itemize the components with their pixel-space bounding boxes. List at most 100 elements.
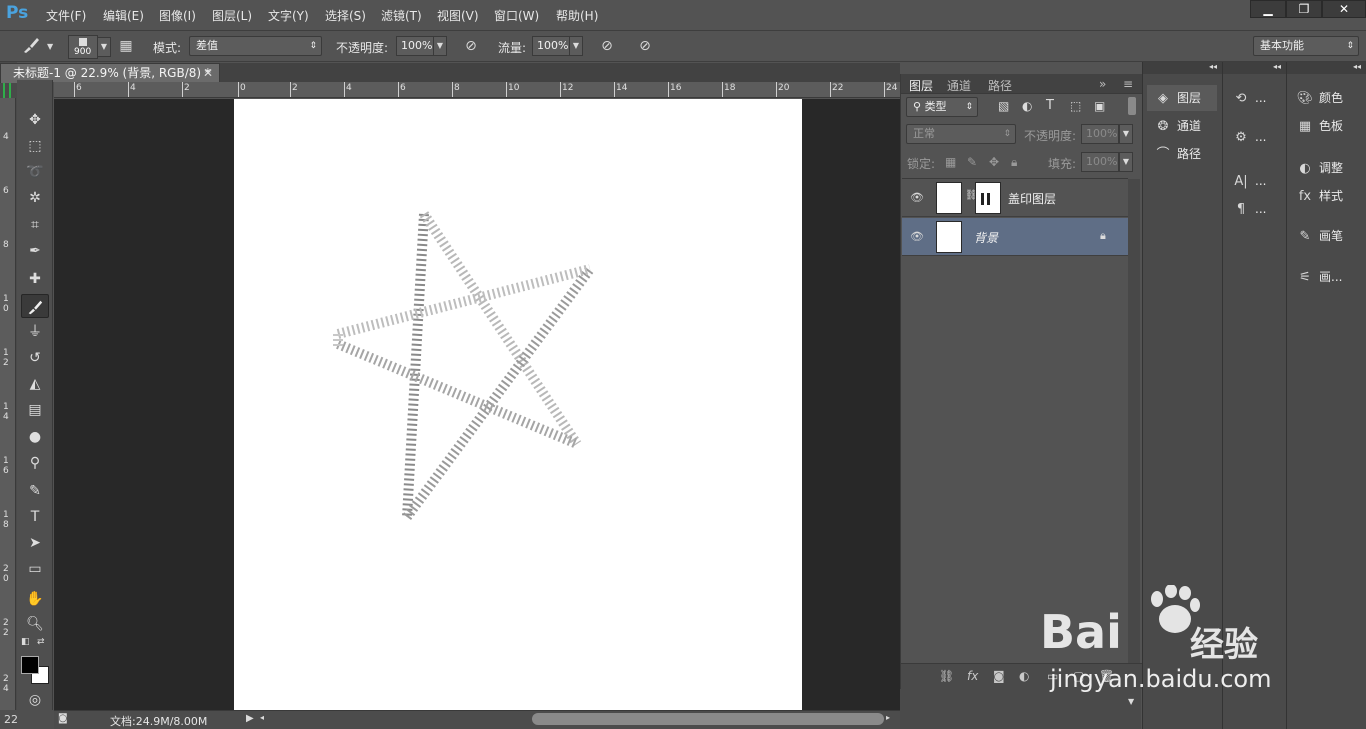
link-layers-icon[interactable]: ⛓ — [939, 669, 954, 683]
dock-paths-button[interactable]: ⌒ 路径 — [1147, 141, 1201, 167]
eyedropper-tool-icon[interactable]: ✒ — [21, 239, 49, 263]
blend-mode-select[interactable]: 正常 ⇕ — [906, 124, 1016, 144]
filter-kind-select[interactable]: ⚲ 类型 ⇕ — [906, 97, 978, 117]
menu-edit[interactable]: 编辑(E) — [103, 7, 144, 24]
filter-toggle[interactable] — [1128, 97, 1136, 115]
shape-filter-icon[interactable]: ⬚ — [1070, 99, 1081, 113]
lasso-tool-icon[interactable]: ➰ — [21, 160, 49, 184]
layer-opacity-dropdown[interactable]: ▼ — [1119, 124, 1133, 144]
menu-type[interactable]: 文字(Y) — [268, 7, 309, 24]
zoom-tool-icon[interactable]: 🔍︎ — [21, 612, 49, 636]
crop-tool-icon[interactable]: ⌗ — [21, 213, 49, 237]
visibility-eye-icon[interactable]: 👁︎ — [910, 230, 924, 243]
type-filter-icon[interactable]: T — [1046, 98, 1054, 113]
tool-preset-arrow-icon[interactable]: ▼ — [47, 42, 53, 51]
scroll-left-arrow-icon[interactable]: ◂ — [260, 713, 264, 722]
tab-paths[interactable]: 路径 — [988, 77, 1012, 94]
layer-style-fx-icon[interactable]: fx — [967, 669, 978, 683]
airbrush-icon[interactable]: ⊘ — [596, 35, 618, 57]
menu-view[interactable]: 视图(V) — [437, 7, 479, 24]
mode-select[interactable]: 差值 ⇕ — [189, 36, 322, 56]
menu-help[interactable]: 帮助(H) — [556, 7, 598, 24]
eraser-tool-icon[interactable]: ◭ — [21, 372, 49, 396]
history-brush-tool-icon[interactable]: ↺ — [21, 346, 49, 370]
dock-color-button[interactable]: 🎨︎ 颜色 — [1295, 85, 1343, 111]
horizontal-scrollbar-thumb[interactable] — [532, 713, 884, 725]
panel-collapse-icon[interactable]: » — [1099, 77, 1106, 91]
adjustment-layer-icon[interactable]: ◐ — [1019, 669, 1029, 683]
opacity-dropdown[interactable]: ▼ — [433, 36, 447, 56]
clone-stamp-tool-icon[interactable]: ⏚ — [21, 320, 49, 344]
scroll-down-arrow-icon[interactable]: ▼ — [1128, 697, 1134, 706]
minimize-button[interactable]: ▁ — [1250, 0, 1286, 18]
brush-size-picker[interactable]: 900 — [68, 35, 98, 59]
hand-tool-icon[interactable]: ✋ — [21, 587, 49, 611]
magic-wand-tool-icon[interactable]: ✲ — [21, 186, 49, 210]
menu-filter[interactable]: 滤镜(T) — [381, 7, 422, 24]
dock-channels-button[interactable]: ❂ 通道 — [1147, 113, 1201, 139]
panel-menu-icon[interactable]: ≡ — [1123, 77, 1133, 91]
adjustment-filter-icon[interactable]: ◐ — [1022, 99, 1032, 113]
lock-position-icon[interactable]: ✥ — [989, 155, 999, 169]
flow-dropdown[interactable]: ▼ — [569, 36, 583, 56]
brush-size-dropdown[interactable]: ▼ — [97, 37, 111, 57]
restore-button[interactable]: ❐ — [1286, 0, 1322, 18]
foreground-color-swatch[interactable] — [21, 656, 39, 674]
document-canvas[interactable] — [234, 99, 802, 710]
fill-dropdown[interactable]: ▼ — [1119, 152, 1133, 172]
status-menu-arrow-icon[interactable]: ▶ — [246, 713, 254, 724]
layer-opacity-input[interactable]: 100% — [1081, 124, 1119, 144]
dock-brush-presets-button[interactable]: ⚟ 画... — [1295, 264, 1342, 290]
opacity-input[interactable]: 100% — [396, 36, 434, 56]
quick-mask-icon[interactable]: ◎ — [21, 688, 49, 712]
dodge-tool-icon[interactable]: ⚲ — [21, 451, 49, 475]
lock-all-icon[interactable]: 🔒︎ — [1011, 155, 1017, 170]
smart-object-filter-icon[interactable]: ▣ — [1094, 99, 1105, 113]
dock-brush-button[interactable]: ✎ 画笔 — [1295, 223, 1343, 249]
swap-colors-icon[interactable]: ⇄ — [37, 637, 45, 647]
menu-window[interactable]: 窗口(W) — [494, 7, 539, 24]
dock-collapse-icon[interactable]: ◂◂ — [1287, 62, 1366, 74]
tab-channels[interactable]: 通道 — [947, 77, 971, 94]
blur-tool-icon[interactable]: ● — [21, 425, 49, 449]
workspace-select[interactable]: 基本功能 ⇕ — [1253, 36, 1359, 56]
healing-brush-tool-icon[interactable]: ✚ — [21, 267, 49, 291]
path-selection-tool-icon[interactable]: ➤ — [21, 531, 49, 555]
flow-input[interactable]: 100% — [532, 36, 570, 56]
dock-character-button[interactable]: A|... — [1231, 168, 1266, 194]
tab-layers[interactable]: 图层 — [909, 77, 933, 94]
dock-collapse-icon[interactable]: ◂◂ — [1143, 62, 1223, 74]
type-tool-icon[interactable]: T — [21, 505, 49, 529]
menu-layer[interactable]: 图层(L) — [212, 7, 252, 24]
dock-properties-button[interactable]: ⚙... — [1231, 124, 1266, 150]
gradient-tool-icon[interactable]: ▤ — [21, 398, 49, 422]
brush-tool-icon[interactable] — [20, 35, 42, 57]
pixel-filter-icon[interactable]: ▧ — [998, 99, 1009, 113]
dock-layers-button[interactable]: ◈ 图层 — [1147, 85, 1217, 111]
menu-select[interactable]: 选择(S) — [325, 7, 366, 24]
layer-name[interactable]: 背景 — [974, 229, 998, 246]
brush-tool-icon[interactable] — [21, 294, 49, 318]
layer-row-stamp[interactable]: 👁︎ ⛓ 盖印图层 — [902, 179, 1128, 217]
dock-adjustments-button[interactable]: ◐ 调整 — [1295, 155, 1343, 181]
layer-mask-thumbnail[interactable] — [975, 182, 1001, 214]
fill-input[interactable]: 100% — [1081, 152, 1119, 172]
document-close-button[interactable]: ✕ — [203, 64, 213, 82]
rectangle-tool-icon[interactable]: ▭ — [21, 557, 49, 581]
add-mask-icon[interactable]: ◙ — [993, 669, 1005, 683]
marquee-tool-icon[interactable]: ⬚ — [21, 134, 49, 158]
dock-paragraph-button[interactable]: ¶... — [1231, 196, 1267, 222]
layer-row-background[interactable]: 👁︎ 背景 🔒︎ — [902, 218, 1128, 256]
menu-file[interactable]: 文件(F) — [46, 7, 86, 24]
pen-tool-icon[interactable]: ✎ — [21, 479, 49, 503]
pressure-size-icon[interactable]: ⊘ — [634, 35, 656, 57]
lock-pixels-icon[interactable]: ✎ — [967, 155, 977, 169]
dock-styles-button[interactable]: fx 样式 — [1295, 183, 1343, 209]
dock-swatches-button[interactable]: ▦ 色板 — [1295, 113, 1343, 139]
layer-name[interactable]: 盖印图层 — [1008, 190, 1056, 207]
brush-panel-toggle-icon[interactable]: ▦ — [115, 35, 137, 57]
scroll-right-arrow-icon[interactable]: ▸ — [886, 713, 890, 722]
move-tool-icon[interactable]: ✥ — [21, 108, 49, 132]
close-button[interactable]: ✕ — [1322, 0, 1366, 18]
default-colors-icon[interactable]: ◧ — [21, 637, 30, 647]
